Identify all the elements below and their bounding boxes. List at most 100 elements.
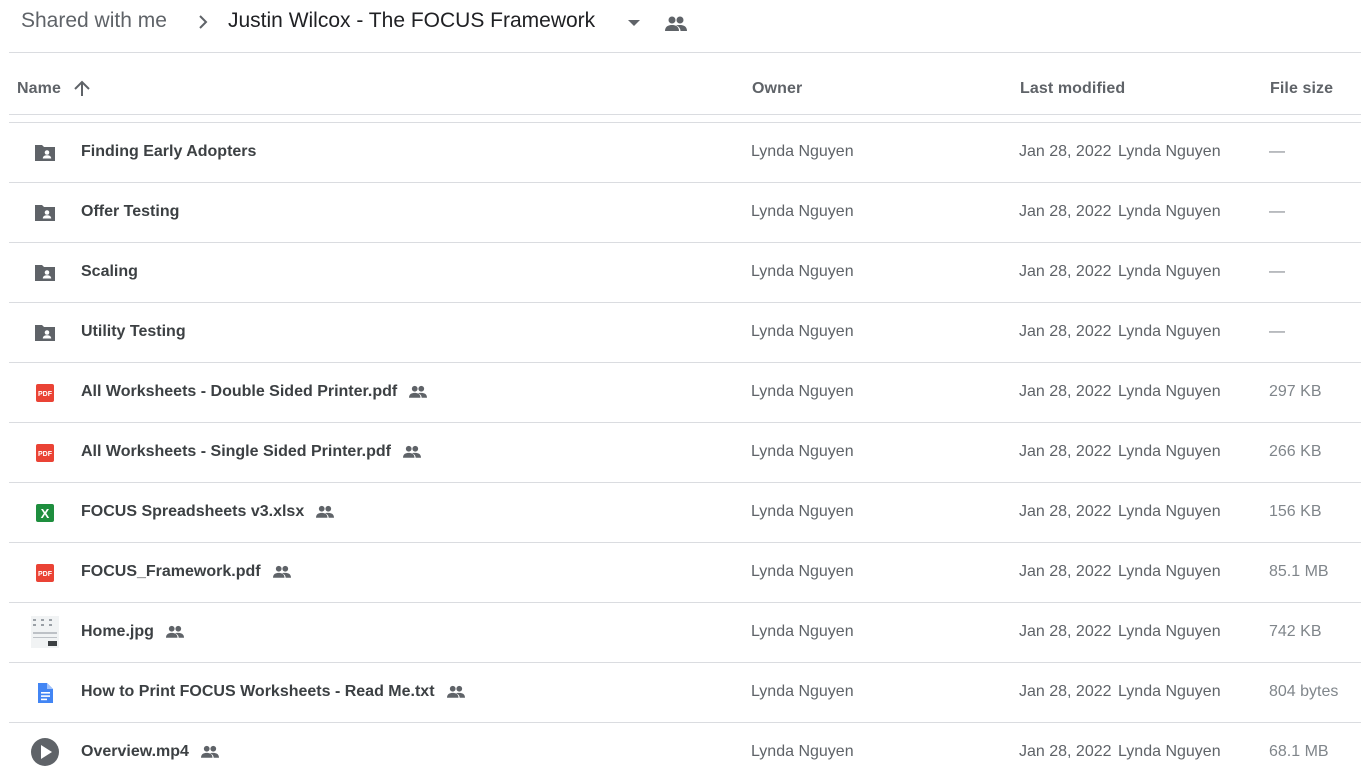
people-icon [665, 16, 687, 31]
file-name: Finding Early Adopters [81, 143, 256, 161]
file-name-text: Overview.mp4 [81, 743, 189, 760]
file-modified-by: Lynda Nguyen [1118, 383, 1221, 400]
file-name: All Worksheets - Double Sided Printer.pd… [81, 383, 429, 401]
file-row[interactable]: PDF FOCUS_Framework.pdf Lynda Nguyen Jan 28… [9, 543, 1361, 603]
file-modified-date: Jan 28, 2022 [1019, 263, 1112, 280]
file-modified-by: Lynda Nguyen [1118, 323, 1221, 340]
column-header-last-modified[interactable]: Last modified [1020, 80, 1125, 98]
file-list: Finding Early Adopters Lynda Nguyen Jan 28… [0, 123, 1361, 779]
shared-people-icon [407, 383, 429, 401]
svg-text:X: X [41, 506, 50, 521]
document-icon [33, 681, 57, 705]
file-name-text: FOCUS Spreadsheets v3.xlsx [81, 503, 305, 520]
file-name: How to Print FOCUS Worksheets - Read Me.… [81, 683, 467, 701]
column-header-owner[interactable]: Owner [752, 80, 802, 98]
drive-folder-view: Shared with me Justin Wilcox - The FOCUS… [0, 0, 1361, 779]
file-owner: Lynda Nguyen [751, 503, 854, 520]
file-name: All Worksheets - Single Sided Printer.pd… [81, 443, 423, 461]
file-modified-by: Lynda Nguyen [1118, 623, 1221, 640]
file-modified-date: Jan 28, 2022 [1019, 383, 1112, 400]
file-modified-date: Jan 28, 2022 [1019, 203, 1112, 220]
column-header-name[interactable]: Name [17, 80, 61, 98]
file-name: Overview.mp4 [81, 743, 221, 761]
chevron-right-icon [199, 15, 208, 29]
file-name-text: Utility Testing [81, 323, 186, 340]
file-row[interactable]: PDF All Worksheets - Double Sided Printer… [9, 363, 1361, 423]
file-name-text: How to Print FOCUS Worksheets - Read Me.… [81, 683, 435, 700]
video-icon [30, 737, 60, 767]
file-name-text: Home.jpg [81, 623, 154, 640]
file-name: Home.jpg [81, 623, 186, 641]
column-header-file-size[interactable]: File size [1270, 80, 1333, 98]
file-modified-by: Lynda Nguyen [1118, 203, 1221, 220]
file-row[interactable]: How to Print FOCUS Worksheets - Read Me.… [9, 663, 1361, 723]
column-headers: Name Owner Last modified File size [0, 53, 1361, 114]
file-name-text: All Worksheets - Double Sided Printer.pd… [81, 383, 398, 400]
breadcrumb-current-folder[interactable]: Justin Wilcox - The FOCUS Framework [228, 9, 595, 33]
file-name: Utility Testing [81, 323, 186, 341]
file-modified-by: Lynda Nguyen [1118, 563, 1221, 580]
file-size: — [1269, 143, 1285, 160]
file-name-text: Offer Testing [81, 203, 180, 220]
file-row[interactable]: Scaling Lynda Nguyen Jan 28, 2022 Lynda Ngu… [9, 243, 1361, 303]
file-modified-by: Lynda Nguyen [1118, 263, 1221, 280]
svg-text:PDF: PDF [38, 451, 53, 458]
file-name: FOCUS Spreadsheets v3.xlsx [81, 503, 336, 521]
svg-text:PDF: PDF [38, 391, 53, 398]
shared-people-icon [164, 623, 186, 641]
caret-down-icon[interactable] [624, 14, 644, 32]
shared-people-icon [401, 443, 423, 461]
file-owner: Lynda Nguyen [751, 143, 854, 160]
file-size: 266 KB [1269, 443, 1322, 460]
file-name: FOCUS_Framework.pdf [81, 563, 293, 581]
file-size: 85.1 MB [1269, 563, 1329, 580]
pdf-icon: PDF [33, 441, 57, 465]
file-name: Scaling [81, 263, 138, 281]
file-modified-date: Jan 28, 2022 [1019, 323, 1112, 340]
shared-people-icon [199, 743, 221, 761]
file-name-text: Scaling [81, 263, 138, 280]
file-size: — [1269, 323, 1285, 340]
pdf-icon: PDF [33, 381, 57, 405]
file-row[interactable]: X FOCUS Spreadsheets v3.xlsx Lynda Nguyen J… [9, 483, 1361, 543]
arrow-up-icon[interactable] [72, 80, 92, 98]
file-owner: Lynda Nguyen [751, 683, 854, 700]
file-owner: Lynda Nguyen [751, 443, 854, 460]
file-modified-by: Lynda Nguyen [1118, 143, 1221, 160]
file-owner: Lynda Nguyen [751, 263, 854, 280]
file-row[interactable]: PDF All Worksheets - Single Sided Printer… [9, 423, 1361, 483]
file-owner: Lynda Nguyen [751, 203, 854, 220]
shared-folder-icon [33, 201, 57, 225]
file-size: 742 KB [1269, 623, 1322, 640]
file-size: — [1269, 263, 1285, 280]
file-modified-by: Lynda Nguyen [1118, 683, 1221, 700]
file-size: 804 bytes [1269, 683, 1339, 700]
file-size: 156 KB [1269, 503, 1322, 520]
file-modified-by: Lynda Nguyen [1118, 503, 1221, 520]
file-size: 297 KB [1269, 383, 1322, 400]
breadcrumb: Shared with me Justin Wilcox - The FOCUS… [0, 0, 1361, 52]
file-owner: Lynda Nguyen [751, 623, 854, 640]
file-name-text: All Worksheets - Single Sided Printer.pd… [81, 443, 391, 460]
file-modified-date: Jan 28, 2022 [1019, 443, 1112, 460]
shared-folder-icon [33, 321, 57, 345]
image-thumbnail-icon [31, 616, 59, 648]
file-name-text: Finding Early Adopters [81, 143, 257, 160]
shared-people-icon [314, 503, 336, 521]
file-modified-by: Lynda Nguyen [1118, 743, 1221, 760]
file-modified-date: Jan 28, 2022 [1019, 743, 1112, 760]
file-owner: Lynda Nguyen [751, 563, 854, 580]
pdf-icon: PDF [33, 561, 57, 585]
file-row[interactable]: Home.jpg Lynda Nguyen Jan 28, 2022 Lynda Ng… [9, 603, 1361, 663]
file-owner: Lynda Nguyen [751, 383, 854, 400]
file-row[interactable]: Utility Testing Lynda Nguyen Jan 28, 2022 L… [9, 303, 1361, 363]
file-row[interactable]: Finding Early Adopters Lynda Nguyen Jan 28… [9, 123, 1361, 183]
shared-folder-icon [33, 261, 57, 285]
file-row[interactable]: Overview.mp4 Lynda Nguyen Jan 28, 2022 Lynd… [9, 723, 1361, 779]
column-header-divider [9, 114, 1361, 115]
file-name-text: FOCUS_Framework.pdf [81, 563, 261, 580]
file-name: Offer Testing [81, 203, 179, 221]
file-row[interactable]: Offer Testing Lynda Nguyen Jan 28, 2022 Lyn… [9, 183, 1361, 243]
breadcrumb-shared-with-me[interactable]: Shared with me [21, 9, 167, 33]
file-owner: Lynda Nguyen [751, 743, 854, 760]
